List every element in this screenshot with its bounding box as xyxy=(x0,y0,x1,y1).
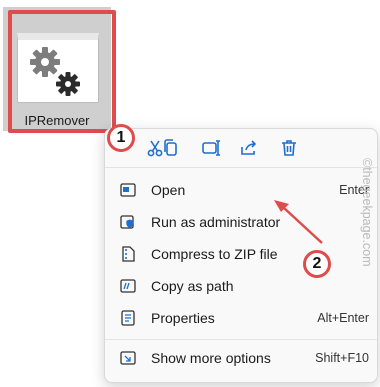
step-badge-1: 1 xyxy=(107,124,135,152)
menu-item-shortcut: Shift+F10 xyxy=(315,351,369,365)
share-icon[interactable] xyxy=(239,138,259,158)
open-icon xyxy=(119,181,137,199)
menu-item-label: Show more options xyxy=(151,350,271,366)
menu-item-copy-as-path[interactable]: Copy as path xyxy=(111,272,371,300)
menu-item-properties[interactable]: Properties Alt+Enter xyxy=(111,304,371,332)
zip-icon xyxy=(119,245,137,263)
quick-actions-bar xyxy=(105,129,377,167)
path-icon xyxy=(119,277,137,295)
highlight-box xyxy=(8,10,116,133)
step-badge-2: 2 xyxy=(303,250,331,278)
menu-item-show-more-options[interactable]: Show more options Shift+F10 xyxy=(111,344,371,372)
menu-divider xyxy=(105,167,377,168)
properties-icon xyxy=(119,309,137,327)
menu-item-label: Properties xyxy=(151,310,215,326)
more-options-icon xyxy=(119,349,137,367)
delete-icon[interactable] xyxy=(279,138,299,158)
watermark: ©thegeekpage.com xyxy=(356,158,376,318)
rename-icon[interactable] xyxy=(201,138,221,158)
menu-divider xyxy=(105,339,377,340)
shield-icon xyxy=(119,213,137,231)
annotation-arrow xyxy=(274,200,323,244)
copy-icon[interactable] xyxy=(161,138,181,158)
context-menu: Open Enter Run as administrator Compress… xyxy=(104,128,378,383)
watermark-text: ©thegeekpage.com xyxy=(360,158,374,267)
menu-item-label: Copy as path xyxy=(151,278,234,294)
